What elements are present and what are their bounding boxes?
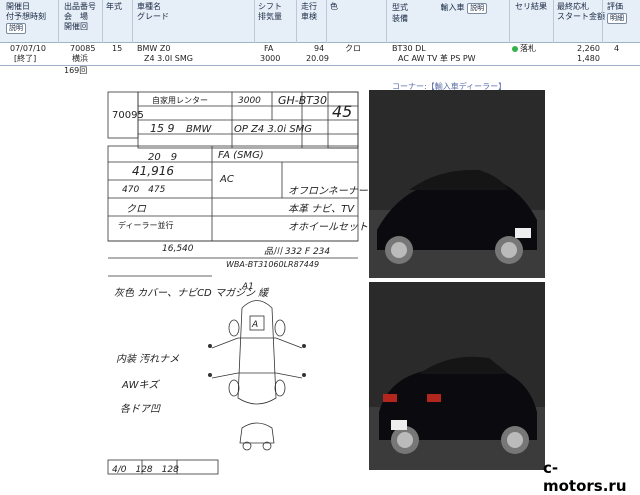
header-label: スタート金額: [557, 12, 605, 21]
sheet-recycle: 16,540: [162, 244, 194, 254]
header-label: 開催回: [64, 22, 88, 31]
sheet-note-2: 本革 ナビ、TV: [288, 204, 355, 215]
header-result: セリ結果: [515, 2, 547, 11]
header-model: 車種名 グレード: [137, 2, 169, 22]
header-shift: シフト 排気量: [258, 2, 282, 22]
row-displacement: 3000: [260, 54, 281, 63]
date-help-button[interactable]: 説明: [6, 23, 26, 34]
rating-detail-button[interactable]: 明細: [607, 13, 627, 24]
header-label: 最終応札: [557, 2, 589, 11]
header-label: 出品番号: [64, 2, 96, 11]
car-photo-rear[interactable]: [369, 282, 545, 470]
row-model: BMW Z0: [137, 44, 171, 53]
sheet-note-1: オフロンネーナー: [288, 186, 368, 197]
row-result-label: 落札: [520, 44, 536, 53]
sheet-maker: BMW: [186, 124, 212, 135]
table-row[interactable]: 07/07/10 [終了] 70085 横浜 15 BMW Z0 Z4 3.0I…: [0, 43, 640, 66]
header-year: 年式: [106, 2, 122, 11]
sheet-lot-number: 70095: [112, 110, 144, 121]
row-end-button[interactable]: [終了]: [14, 54, 36, 64]
header-label: 会 場: [64, 12, 88, 21]
sheet-cc: 3000: [238, 96, 261, 106]
sheet-dealer: ディーラー並行: [118, 221, 174, 230]
results-table-header: 開催日 付予想時刻 説明 出品番号 会 場 開催回 年式 車種名 グレード シフ…: [0, 0, 640, 43]
auction-sheet-image[interactable]: 70095 GH-BT30 3000 45 自家用レンター 15 9 BMW O…: [92, 88, 368, 478]
header-rating: 評価 明細: [607, 2, 627, 24]
sheet-diagram-mark-center: A: [252, 320, 259, 330]
sheet-score: 45: [332, 102, 353, 121]
header-label: 車検: [301, 12, 317, 21]
sheet-inspector-note-2: AWキズ: [122, 380, 159, 391]
site-watermark: c-motors.ru: [543, 459, 627, 495]
sheet-inspector-note-3: 各ドア凹: [120, 404, 160, 415]
row-result: 落札: [512, 44, 536, 54]
row-venue: 横浜: [72, 54, 88, 63]
header-label: 車種名: [137, 2, 161, 11]
row-session: 169回: [64, 66, 88, 75]
header-label: 型式: [392, 3, 408, 12]
row-type: BT30 DL: [392, 44, 426, 53]
row-mileage: 94: [314, 44, 325, 53]
sheet-lessee: 自家用レンター: [152, 96, 208, 105]
header-label: 排気量: [258, 12, 282, 21]
car-photo-front[interactable]: [369, 90, 545, 278]
sheet-dimensions: 470 475: [122, 185, 166, 195]
sheet-plate-number: 品川 332 F 234: [264, 247, 331, 257]
header-color: 色: [330, 2, 338, 11]
row-equipment: AC AW TV 革 PS PW: [398, 54, 476, 63]
row-lot: 70085: [70, 44, 96, 53]
car-rear-illustration: [369, 282, 545, 470]
header-date: 開催日 付予想時刻 説明: [6, 2, 46, 34]
row-rating: 4: [614, 44, 620, 53]
sheet-chassis: WBA-BT31060LR87449: [226, 260, 320, 269]
header-lot: 出品番号 会 場 開催回: [64, 2, 96, 32]
sheet-shift: FA (SMG): [218, 150, 264, 161]
sheet-color: クロ: [126, 204, 146, 215]
header-mileage: 走行 車検: [301, 2, 317, 22]
sheet-ac: AC: [220, 174, 234, 185]
sheet-mileage: 41,916: [132, 164, 174, 178]
header-label: 装備: [392, 14, 408, 23]
car-front-illustration: [369, 90, 545, 278]
header-label: 走行: [301, 2, 317, 11]
type-help-button[interactable]: 説明: [467, 3, 488, 14]
header-label: 評価: [607, 2, 623, 11]
header-label: グレード: [137, 12, 169, 21]
header-label: シフト: [258, 2, 282, 11]
row-year: 15: [112, 44, 123, 53]
sheet-grade: OP Z4 3.0i SMG: [234, 124, 313, 135]
status-dot-icon: [512, 45, 518, 52]
row-date: 07/07/10: [10, 44, 46, 53]
sheet-inspector-note-1: 内装 汚れナメ: [116, 354, 180, 365]
sheet-model-code: GH-BT30: [278, 94, 328, 107]
row-inspection: 20.09: [306, 54, 329, 63]
sheet-year: 15 9: [150, 122, 175, 135]
sheet-inspection: 20 9: [148, 152, 178, 163]
row-shift: FA: [264, 44, 274, 53]
header-label: 付予想時刻: [6, 12, 46, 21]
row-grade: Z4 3.0I SMG: [144, 54, 193, 63]
header-label: 輸入車: [440, 3, 465, 12]
row-final-bid: 2,260: [577, 44, 600, 53]
sheet-diagram-mark-top: A1: [242, 282, 254, 292]
header-label: 開催日: [6, 2, 30, 11]
row-color: クロ: [345, 44, 361, 53]
header-type: 型式 輸入車 説明 装備: [392, 2, 488, 24]
sheet-note-3: オホイールセット: [288, 222, 368, 233]
row-start-price: 1,480: [577, 54, 600, 63]
auction-sheet-lines: [107, 91, 359, 475]
header-price: 最終応札 スタート金額: [557, 2, 605, 22]
sheet-bottom-values: 4/0 128 128: [112, 465, 179, 475]
